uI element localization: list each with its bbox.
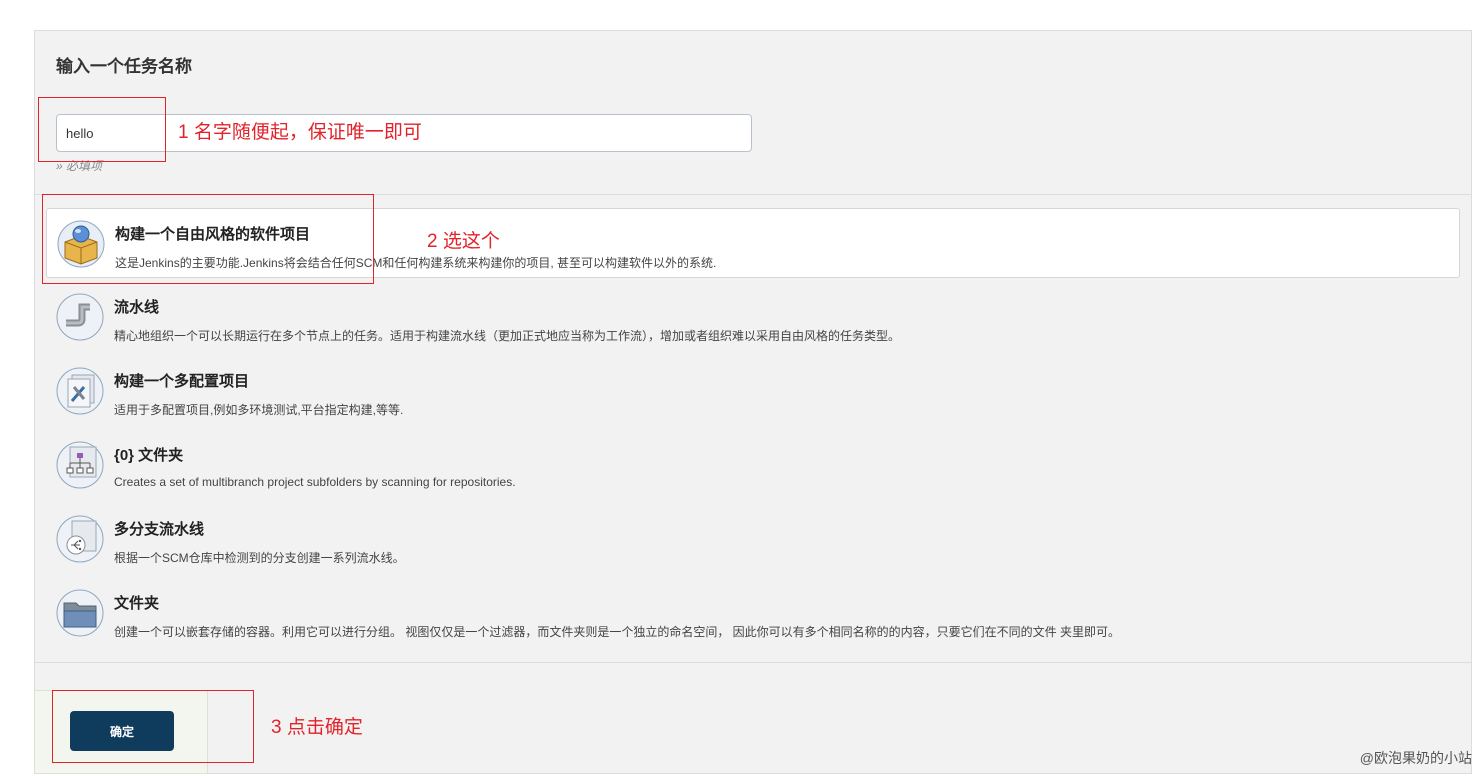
annotation-box-ok (52, 690, 254, 763)
item-multi-config[interactable]: 构建一个多配置项目 适用于多配置项目,例如多环境测试,平台指定构建,等等. (46, 356, 1460, 426)
watermark: @欧泡果奶的小站 (1359, 750, 1472, 766)
item-title: 文件夹 (114, 595, 160, 612)
item-title: 多分支流水线 (114, 521, 205, 538)
org-folder-icon (56, 441, 104, 489)
annotation-note-1: 1 名字随便起，保证唯一即可 (178, 122, 422, 143)
section-title: 输入一个任务名称 (56, 57, 192, 76)
pipeline-icon (56, 293, 104, 341)
annotation-box-name (38, 97, 166, 162)
divider (34, 662, 1472, 663)
item-description: 根据一个SCM仓库中检测到的分支创建一系列流水线。 (114, 551, 405, 565)
multi-config-icon (56, 367, 104, 415)
item-title: 流水线 (114, 299, 160, 316)
annotation-note-2: 2 选这个 (427, 231, 500, 252)
item-description: 适用于多配置项目,例如多环境测试,平台指定构建,等等. (114, 403, 404, 417)
item-org-folder[interactable]: {0} 文件夹 Creates a set of multibranch pro… (46, 430, 1460, 500)
item-description: 精心地组织一个可以长期运行在多个节点上的任务。适用于构建流水线（更加正式地应当称… (114, 329, 901, 343)
multibranch-pipeline-icon (56, 515, 104, 563)
item-description: 创建一个可以嵌套存储的容器。利用它可以进行分组。 视图仅仅是一个过滤器，而文件夹… (114, 625, 1121, 639)
item-title: 构建一个多配置项目 (114, 373, 250, 390)
item-pipeline[interactable]: 流水线 精心地组织一个可以长期运行在多个节点上的任务。适用于构建流水线（更加正式… (46, 282, 1460, 352)
item-description: Creates a set of multibranch project sub… (114, 475, 516, 489)
annotation-box-item (42, 194, 374, 284)
item-folder[interactable]: 文件夹 创建一个可以嵌套存储的容器。利用它可以进行分组。 视图仅仅是一个过滤器，… (46, 578, 1460, 648)
folder-icon (56, 589, 104, 637)
item-title: {0} 文件夹 (114, 447, 184, 464)
item-multibranch-pipeline[interactable]: 多分支流水线 根据一个SCM仓库中检测到的分支创建一系列流水线。 (46, 504, 1460, 574)
annotation-note-3: 3 点击确定 (271, 717, 363, 738)
